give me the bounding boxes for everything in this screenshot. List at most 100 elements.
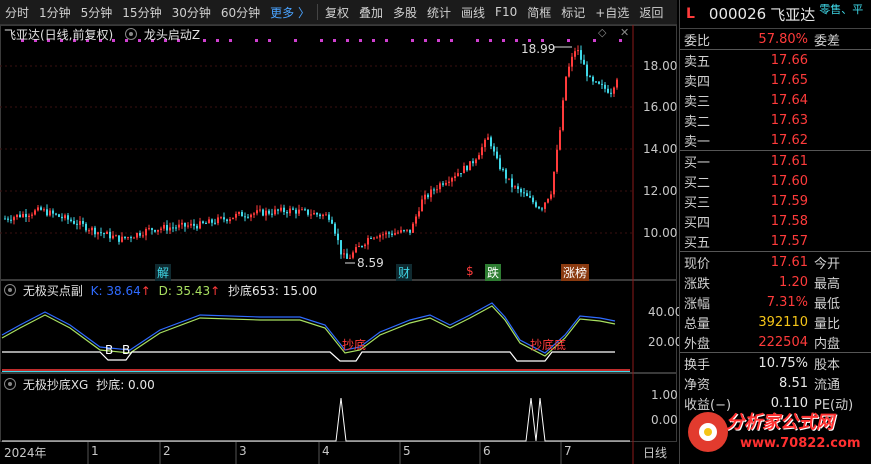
candle-body: [538, 206, 540, 209]
candle-body: [331, 219, 333, 224]
marker-die[interactable]: 跌: [485, 264, 502, 281]
candle-body: [109, 231, 111, 239]
asks-label: 卖五: [684, 54, 711, 70]
draw-line-button[interactable]: 画线: [456, 4, 490, 21]
indicator1-name[interactable]: 无极买点副: [23, 284, 83, 298]
industry-tag[interactable]: 零售、平: [819, 1, 863, 17]
tab-fenshi[interactable]: 分时: [0, 4, 34, 21]
stats-row[interactable]: 涨幅 7.31% 最低: [680, 292, 871, 312]
candle-body: [595, 81, 597, 83]
gear-icon[interactable]: [4, 378, 16, 390]
x-label: 4: [322, 444, 330, 458]
x-label: 1: [91, 444, 99, 458]
candle-body: [139, 232, 141, 236]
candle-body: [178, 224, 180, 228]
stats2-row[interactable]: 净资 8.51 流通: [680, 373, 871, 393]
asks-row[interactable]: 卖一 17.62: [680, 130, 871, 150]
overlay-button[interactable]: 叠加: [354, 4, 388, 21]
candle-body: [181, 222, 183, 225]
candle-body: [580, 50, 582, 60]
candle-body: [421, 199, 423, 212]
kline-chart-area[interactable]: 飞亚达(日线,前复权) 龙头启动Z 18.99 8.59 ◇ ✕ 18.00 1…: [0, 25, 682, 464]
x-label: 2: [163, 444, 171, 458]
f10-button[interactable]: F10: [490, 5, 522, 19]
back-button[interactable]: 返回: [634, 4, 668, 21]
close-icon[interactable]: ✕: [620, 26, 629, 39]
marker-cai[interactable]: 财: [396, 264, 413, 281]
mark-button[interactable]: 标记: [556, 4, 590, 21]
candle-body: [133, 237, 135, 239]
candle-body: [310, 214, 312, 216]
bids-row[interactable]: 买一 17.61: [680, 151, 871, 171]
stats-row[interactable]: 现价 17.61 今开: [680, 252, 871, 272]
tab-30min[interactable]: 30分钟: [167, 4, 216, 21]
marker-dollar[interactable]: $: [466, 264, 474, 278]
diamond-icon[interactable]: ◇: [598, 26, 606, 39]
candle-body: [289, 208, 291, 214]
candle-body: [208, 219, 210, 224]
add-watchlist-button[interactable]: +自选: [590, 4, 634, 21]
candle-body: [298, 209, 300, 214]
candle-body: [445, 182, 447, 185]
stats-row[interactable]: 总量 392110 量比: [680, 312, 871, 332]
gear-icon[interactable]: [125, 28, 138, 40]
stats-row[interactable]: 外盘 222504 内盘: [680, 332, 871, 352]
tab-5min[interactable]: 5分钟: [76, 4, 118, 21]
stats-label: 外盘: [684, 336, 711, 352]
tab-60min[interactable]: 60分钟: [216, 4, 265, 21]
candle-body: [547, 198, 549, 203]
tab-1min[interactable]: 1分钟: [34, 4, 76, 21]
candle-body: [214, 222, 216, 224]
stats2-row[interactable]: 换手 10.75% 股本: [680, 353, 871, 373]
statistics-button[interactable]: 统计: [422, 4, 456, 21]
candle-body: [301, 209, 303, 211]
candle-body: [43, 209, 45, 211]
candle-body: [196, 225, 198, 229]
asks-row[interactable]: 卖三 17.64: [680, 90, 871, 110]
main-indicator-name[interactable]: 龙头启动Z: [144, 28, 200, 42]
stats-row[interactable]: 涨跌 1.20 最高: [680, 272, 871, 292]
signal-dot: [359, 39, 362, 42]
gear-icon[interactable]: [4, 284, 16, 296]
bids-value: 17.59: [770, 193, 808, 209]
candle-body: [610, 92, 612, 94]
marker-zhangbang[interactable]: 涨榜: [561, 264, 590, 281]
marker-jie[interactable]: 解: [155, 264, 172, 281]
candle-body: [226, 219, 228, 222]
more-periods-button[interactable]: 更多 〉: [265, 4, 315, 21]
candle-body: [502, 169, 504, 171]
candle-body: [19, 214, 21, 218]
candle-body: [463, 165, 465, 174]
indicator2-name[interactable]: 无极抄底XG: [23, 378, 89, 392]
candle-body: [466, 165, 468, 171]
tab-15min[interactable]: 15分钟: [117, 4, 166, 21]
candle-body: [142, 235, 144, 237]
asks-row[interactable]: 卖二 17.63: [680, 110, 871, 130]
signal-dot: [333, 39, 336, 42]
toolbar-divider: [316, 4, 318, 20]
bids-row[interactable]: 买三 17.59: [680, 191, 871, 211]
fuquan-button[interactable]: 复权: [320, 4, 354, 21]
bids-row[interactable]: 买二 17.60: [680, 171, 871, 191]
candle-body: [364, 244, 366, 247]
bid-list: 买一 17.61 买二 17.60 买三 17.59 买四 17.58 买五 17.57: [680, 151, 871, 251]
bids-row[interactable]: 买四 17.58: [680, 211, 871, 231]
asks-label: 卖三: [684, 94, 711, 110]
candle-body: [361, 246, 363, 248]
asks-row[interactable]: 卖五 17.66: [680, 50, 871, 70]
candle-body: [49, 210, 51, 216]
period-label[interactable]: 日线: [643, 444, 667, 461]
multi-stock-button[interactable]: 多股: [388, 4, 422, 21]
candle-body: [295, 209, 297, 214]
simple-frame-button[interactable]: 简框: [522, 4, 556, 21]
stats2-value: 10.75%: [758, 355, 808, 371]
candle-body: [505, 169, 507, 179]
candle-body: [481, 147, 483, 156]
candle-body: [367, 238, 369, 245]
candlesticks: [4, 45, 618, 260]
asks-row[interactable]: 卖四 17.65: [680, 70, 871, 90]
candle-body: [325, 214, 327, 216]
asks-value: 17.64: [770, 92, 808, 108]
candle-body: [82, 220, 84, 224]
bids-row[interactable]: 买五 17.57: [680, 231, 871, 251]
